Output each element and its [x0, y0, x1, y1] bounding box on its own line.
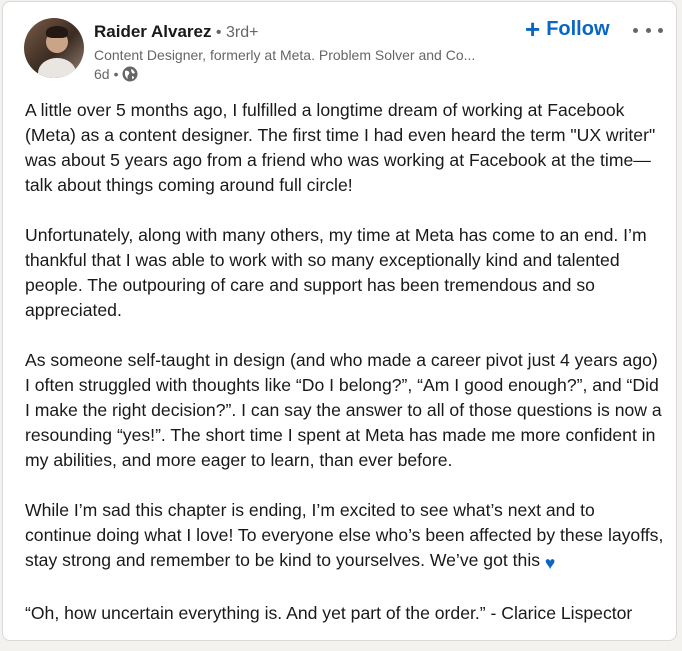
post-paragraph: While I’m sad this chapter is ending, I’…: [25, 500, 664, 570]
post-paragraph: As someone self-taught in design (and wh…: [25, 350, 662, 470]
time-separator: •: [113, 66, 119, 82]
globe-icon: [122, 66, 138, 82]
blue-heart-icon: ♥: [544, 553, 556, 573]
avatar[interactable]: [24, 18, 84, 78]
ellipsis-icon[interactable]: [633, 20, 663, 40]
author-name[interactable]: Raider Alvarez: [94, 22, 211, 41]
avatar-shirt: [38, 58, 76, 78]
post-paragraph-with-heart: While I’m sad this chapter is ending, I’…: [25, 498, 665, 576]
dot: [645, 27, 651, 33]
connection-degree: 3rd+: [225, 24, 259, 41]
dot: [658, 27, 663, 33]
avatar-hair: [46, 26, 68, 38]
post-paragraph: A little over 5 months ago, I fulfilled …: [25, 100, 656, 195]
dot: [633, 27, 638, 33]
follow-button[interactable]: + Follow: [525, 16, 610, 42]
plus-icon: +: [525, 14, 541, 44]
follow-label: Follow: [546, 17, 610, 40]
post-time: 6d: [94, 66, 110, 82]
author-headline[interactable]: Content Designer, formerly at Meta. Prob…: [94, 47, 504, 63]
post-paragraph: Unfortunately, along with many others, m…: [25, 225, 647, 320]
post-meta: 6d •: [94, 66, 138, 82]
post-card: Raider Alvarez • 3rd+ Content Designer, …: [2, 1, 677, 641]
connection-separator: •: [211, 24, 226, 41]
post-quote: “Oh, how uncertain everything is. And ye…: [25, 603, 633, 623]
post-body: A little over 5 months ago, I fulfilled …: [25, 98, 665, 651]
author-row: Raider Alvarez • 3rd+: [94, 22, 258, 42]
